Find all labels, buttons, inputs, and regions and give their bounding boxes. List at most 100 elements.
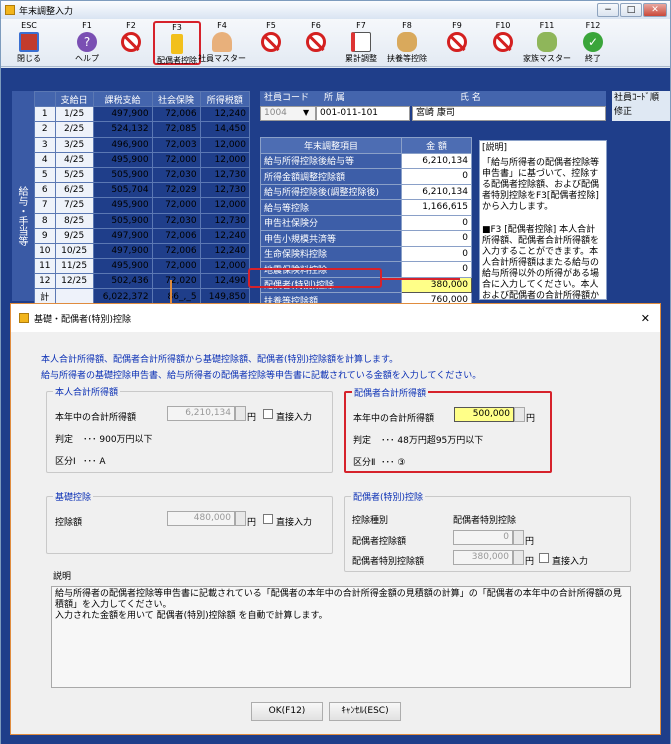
table-cell: 6/25 [54, 182, 94, 199]
employee-master-button[interactable]: F4 社員マスター [198, 21, 246, 65]
col-header [34, 90, 56, 108]
table-cell: 72,000 [151, 151, 201, 168]
spin-icon[interactable] [235, 511, 246, 526]
adjust-item-label: 生命保険料控除 [260, 245, 402, 262]
direct-input-checkbox[interactable] [539, 553, 549, 563]
esc-close-button[interactable]: ESC 閉じる [5, 21, 53, 65]
cancel-button[interactable]: ｷｬﾝｾﾙ(ESC) [329, 702, 401, 721]
table-cell: 72,000 [151, 258, 201, 275]
table-cell: 4/25 [54, 151, 94, 168]
f10-button[interactable]: F10 [479, 21, 527, 65]
table-cell: 2/25 [54, 121, 94, 138]
kubun-label: 区分Ⅱ [353, 458, 376, 468]
adjust-row[interactable]: 所得金額調整控除額 0 [260, 168, 472, 185]
window-title: 年末調整入力 [19, 6, 74, 17]
close-button[interactable]: ✕ [643, 3, 667, 17]
spouse-income-input[interactable]: 500,000 [454, 407, 514, 422]
table-cell: 4 [34, 151, 56, 168]
table-cell: 505,900 [92, 212, 153, 229]
dialog-close-button[interactable]: ✕ [641, 312, 650, 325]
table-cell [54, 288, 94, 305]
table-row[interactable]: 3 3/25 496,900 72,003 12,000 [34, 136, 251, 153]
f9-button[interactable]: F9 [433, 21, 481, 65]
spin-icon[interactable] [513, 530, 524, 545]
f2-button[interactable]: F2 [107, 21, 155, 65]
table-row[interactable]: 12 12/25 502,436 72,020 12,490 [34, 273, 251, 290]
table-cell: 9/25 [54, 227, 94, 244]
table-cell: 12 [34, 273, 56, 290]
help-button[interactable]: F1? ヘルプ [63, 21, 111, 65]
table-cell: 149,850 [199, 288, 251, 305]
adjust-item-value: 6,210,134 [401, 183, 472, 200]
table-row[interactable]: 2 2/25 524,132 72,085 14,450 [34, 121, 251, 138]
adjust-row[interactable]: 給与所得控除後給与等 6,210,134 [260, 152, 472, 169]
person-icon [212, 32, 232, 52]
table-row[interactable]: 計 6,022,372 86_,_5 149,850 [34, 288, 251, 305]
check-icon: ✓ [583, 32, 603, 52]
group-title: 配偶者(特別)控除 [351, 490, 426, 503]
col-header: 支給日 [54, 90, 94, 108]
table-cell: 86_,_5 [151, 288, 201, 305]
table-cell: 12,000 [199, 197, 251, 214]
table-row[interactable]: 8 8/25 505,900 72,030 12,730 [34, 212, 251, 229]
table-cell: 495,900 [92, 151, 153, 168]
table-cell: 497,900 [92, 227, 153, 244]
dependent-deduction-button[interactable]: F8 扶養等控除 [383, 21, 431, 65]
basic-deduction-input[interactable]: 480,000 [167, 511, 235, 526]
table-row[interactable]: 5 5/25 505,900 72,030 12,730 [34, 166, 251, 184]
spouse-special-deduction-input[interactable]: 380,000 [453, 550, 513, 565]
table-cell: 6 [34, 182, 56, 199]
adjust-row[interactable]: 申告小規模共済等 0 [260, 230, 472, 247]
table-cell: 524,132 [92, 121, 153, 138]
mode-label: 修正 [614, 107, 633, 117]
f5-button[interactable]: F5 [247, 21, 295, 65]
table-row[interactable]: 4 4/25 495,900 72,000 12,000 [34, 151, 251, 168]
table-row[interactable]: 7 7/25 495,900 72,000 12,000 [34, 197, 251, 214]
self-income-input[interactable]: 6,210,134 [167, 406, 235, 421]
table-row[interactable]: 11 11/25 495,900 72,000 12,000 [34, 258, 251, 275]
family-master-button[interactable]: F11 家族マスター [523, 21, 571, 65]
spouse-deduction-label: 配偶者控除額 [352, 537, 407, 547]
table-row[interactable]: 6 6/25 505,704 72,029 12,730 [34, 182, 251, 199]
table-cell: 12,730 [199, 212, 251, 229]
table-row[interactable]: 1 1/25 497,900 72,006 12,240 [34, 106, 251, 123]
table-cell: 12,240 [199, 227, 251, 244]
highlight-spouse-row [248, 268, 382, 288]
cumulative-adjust-button[interactable]: F7 累計調整 [337, 21, 385, 65]
chevron-down-icon[interactable]: ▼ [303, 108, 309, 117]
table-cell: 72,000 [151, 197, 201, 214]
adjust-row[interactable]: 生命保険料控除 0 [260, 245, 472, 262]
adjust-item-label: 所得金額調整控除額 [260, 168, 402, 185]
table-cell: 505,704 [92, 182, 153, 199]
adjust-row[interactable]: 給与等控除 1,166,615 [260, 199, 472, 216]
spin-icon[interactable] [513, 550, 524, 565]
spin-icon[interactable] [235, 406, 246, 421]
document-icon [171, 34, 183, 54]
table-row[interactable]: 10 10/25 497,900 72,006 12,240 [34, 242, 251, 260]
spouse-deduction-button[interactable]: F3 配偶者控除 [153, 21, 201, 65]
unit-label: 円 [247, 413, 257, 423]
maximize-button[interactable]: □ [620, 3, 642, 17]
deduction-dialog: 基礎・配偶者(特別)控除 ✕ 本人合計所得額、配偶者合計所得額から基礎控除額、配… [10, 303, 661, 735]
minimize-button[interactable]: − [597, 3, 619, 17]
direct-input-checkbox[interactable] [263, 409, 273, 419]
table-cell: 505,900 [92, 166, 153, 184]
spin-icon[interactable] [514, 407, 525, 422]
adjust-row[interactable]: 給与所得控除後(調整控除後) 6,210,134 [260, 183, 472, 200]
dept-field: 001-011-101 [316, 106, 410, 121]
basic-deduction-label: 控除額 [55, 518, 83, 528]
spouse-deduction-input[interactable]: 0 [453, 530, 513, 545]
table-row[interactable]: 9 9/25 497,900 72,006 12,240 [34, 227, 251, 244]
table-cell: 9 [34, 227, 56, 244]
table-cell: 72,085 [151, 121, 201, 138]
f6-button[interactable]: F6 [292, 21, 340, 65]
direct-input-checkbox[interactable] [263, 514, 273, 524]
adjust-row[interactable]: 申告社保険分 0 [260, 214, 472, 231]
table-cell: 7 [34, 197, 56, 214]
finish-button[interactable]: F12 ✓ 終了 [569, 21, 617, 65]
table-cell: 72,030 [151, 166, 201, 184]
ok-button[interactable]: OK(F12) [251, 702, 323, 721]
direct-input-label: 直接入力 [552, 557, 589, 567]
kubun-value: ･･･ ③ [381, 458, 406, 468]
kubun-label: 区分Ⅰ [55, 457, 76, 467]
